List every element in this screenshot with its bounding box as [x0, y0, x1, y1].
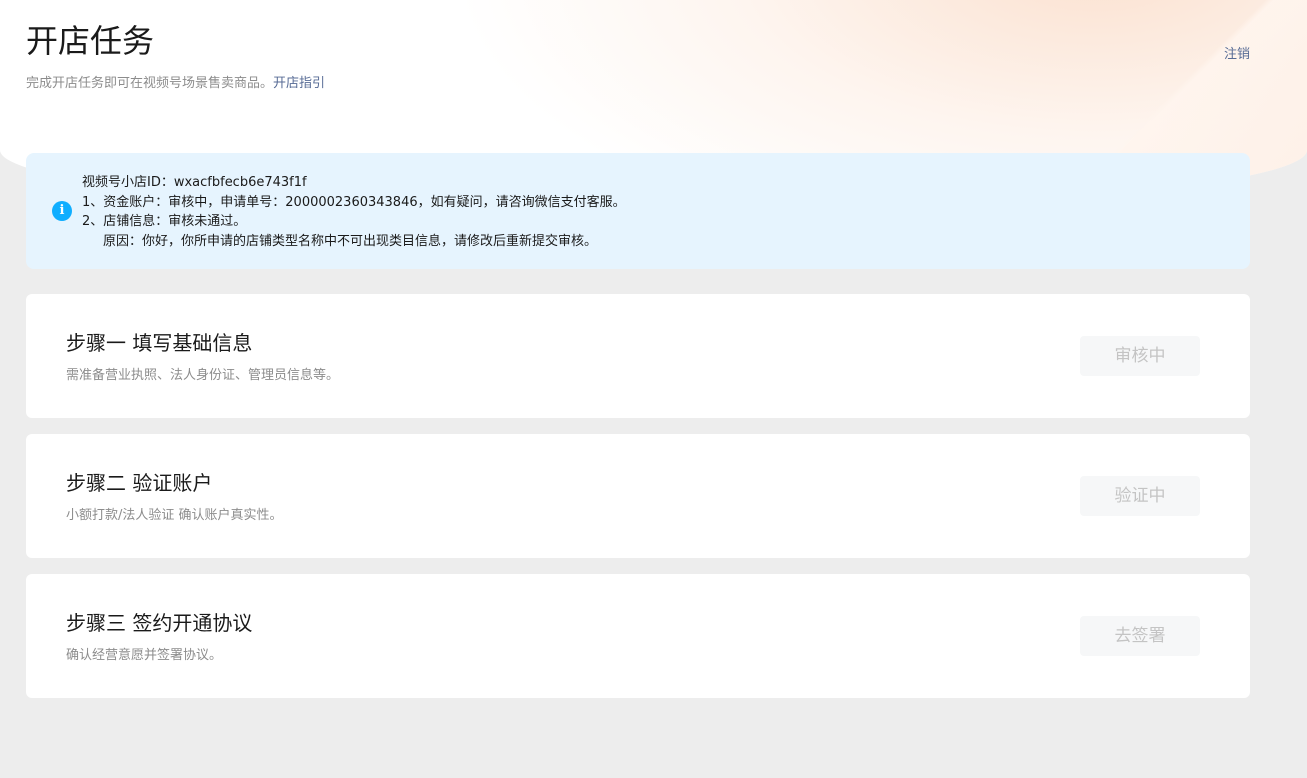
step-title: 步骤二 验证账户	[66, 471, 213, 495]
page-title: 开店任务	[26, 22, 155, 60]
step-card-verify-account: 步骤二 验证账户 小额打款/法人验证 确认账户真实性。 验证中	[26, 434, 1250, 558]
step-card-sign-agreement: 步骤三 签约开通协议 确认经营意愿并签署协议。 去签署	[26, 574, 1250, 698]
shop-guide-link[interactable]: 开店指引	[273, 76, 325, 91]
sign-agreement-button[interactable]: 去签署	[1080, 616, 1200, 656]
step-status-button[interactable]: 验证中	[1080, 476, 1200, 516]
notice-fund-account: 1、资金账户：审核中，申请单号：2000002360343846，如有疑问，请咨…	[82, 194, 626, 210]
step-description: 确认经营意愿并签署协议。	[66, 648, 223, 663]
info-icon: i	[52, 201, 72, 221]
notice-reject-reason: 原因：你好，你所申请的店铺类型名称中不可出现类目信息，请修改后重新提交审核。	[103, 233, 598, 249]
logout-link[interactable]: 注销	[1224, 46, 1250, 64]
step-title: 步骤三 签约开通协议	[66, 611, 253, 635]
subtitle-text: 完成开店任务即可在视频号场景售卖商品。	[26, 76, 274, 91]
notice-content: 视频号小店ID：wxacfbfecb6e743f1f 1、资金账户：审核中，申请…	[82, 173, 626, 251]
page-subtitle: 完成开店任务即可在视频号场景售卖商品。开店指引	[26, 75, 325, 93]
step-title: 步骤一 填写基础信息	[66, 331, 253, 355]
step-description: 小额打款/法人验证 确认账户真实性。	[66, 508, 283, 523]
notice-shop-info: 2、店铺信息：审核未通过。	[82, 214, 247, 229]
step-description: 需准备营业执照、法人身份证、管理员信息等。	[66, 368, 340, 383]
status-notice: i 视频号小店ID：wxacfbfecb6e743f1f 1、资金账户：审核中，…	[26, 153, 1250, 269]
notice-shop-id: 视频号小店ID：wxacfbfecb6e743f1f	[82, 175, 307, 190]
step-card-basic-info: 步骤一 填写基础信息 需准备营业执照、法人身份证、管理员信息等。 审核中	[26, 294, 1250, 418]
step-status-button[interactable]: 审核中	[1080, 336, 1200, 376]
